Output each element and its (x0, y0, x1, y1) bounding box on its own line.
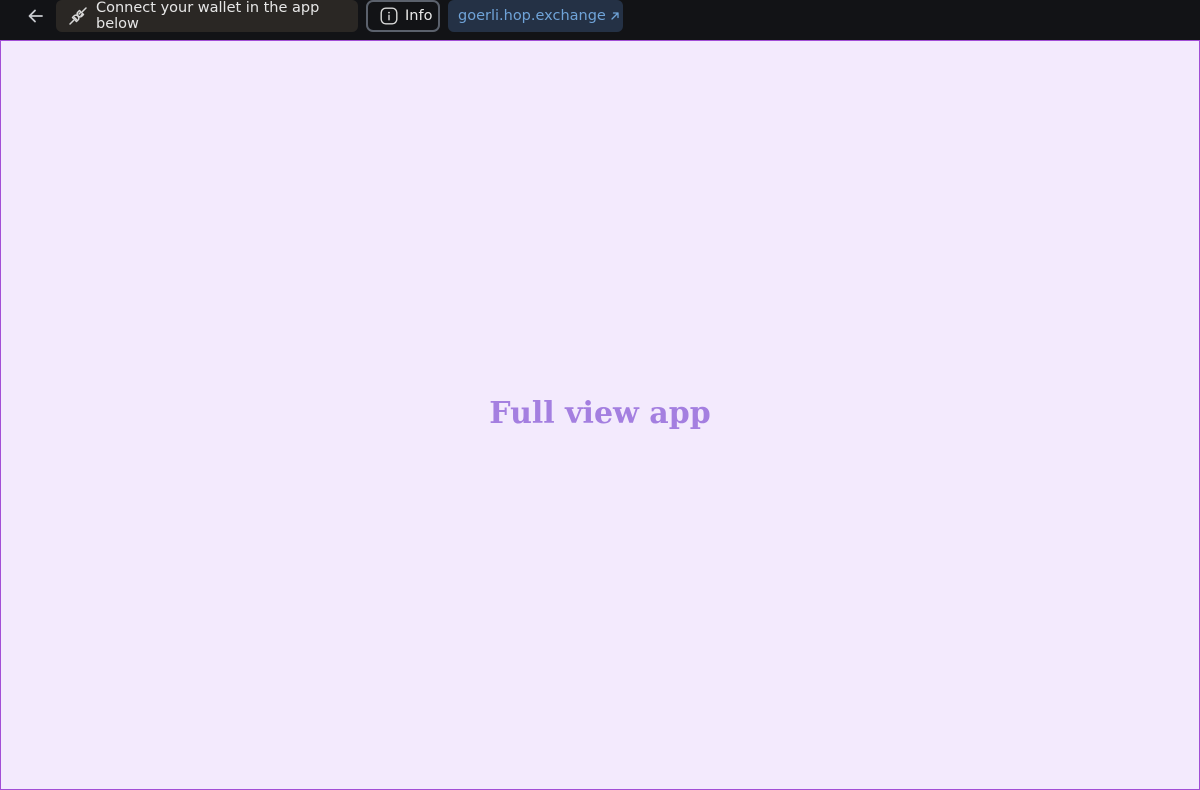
wallet-notice-text: Connect your wallet in the app below (96, 0, 320, 32)
wallet-connect-notice: Connect your wallet in the app below (56, 0, 358, 32)
embedded-app-frame[interactable]: Full view app (0, 40, 1200, 790)
info-button-label: Info (405, 8, 433, 24)
external-link-icon (609, 10, 621, 22)
app-placeholder-text: Full view app (489, 395, 711, 431)
external-link-label: goerli.hop.exchange (458, 8, 606, 24)
plug-icon (68, 6, 88, 26)
back-button[interactable] (22, 2, 50, 30)
info-button[interactable]: Info (366, 0, 440, 32)
info-icon (380, 7, 398, 25)
arrow-left-icon (26, 6, 46, 26)
external-app-link[interactable]: goerli.hop.exchange (448, 0, 623, 32)
top-toolbar: Connect your wallet in the app below Inf… (0, 0, 1200, 40)
